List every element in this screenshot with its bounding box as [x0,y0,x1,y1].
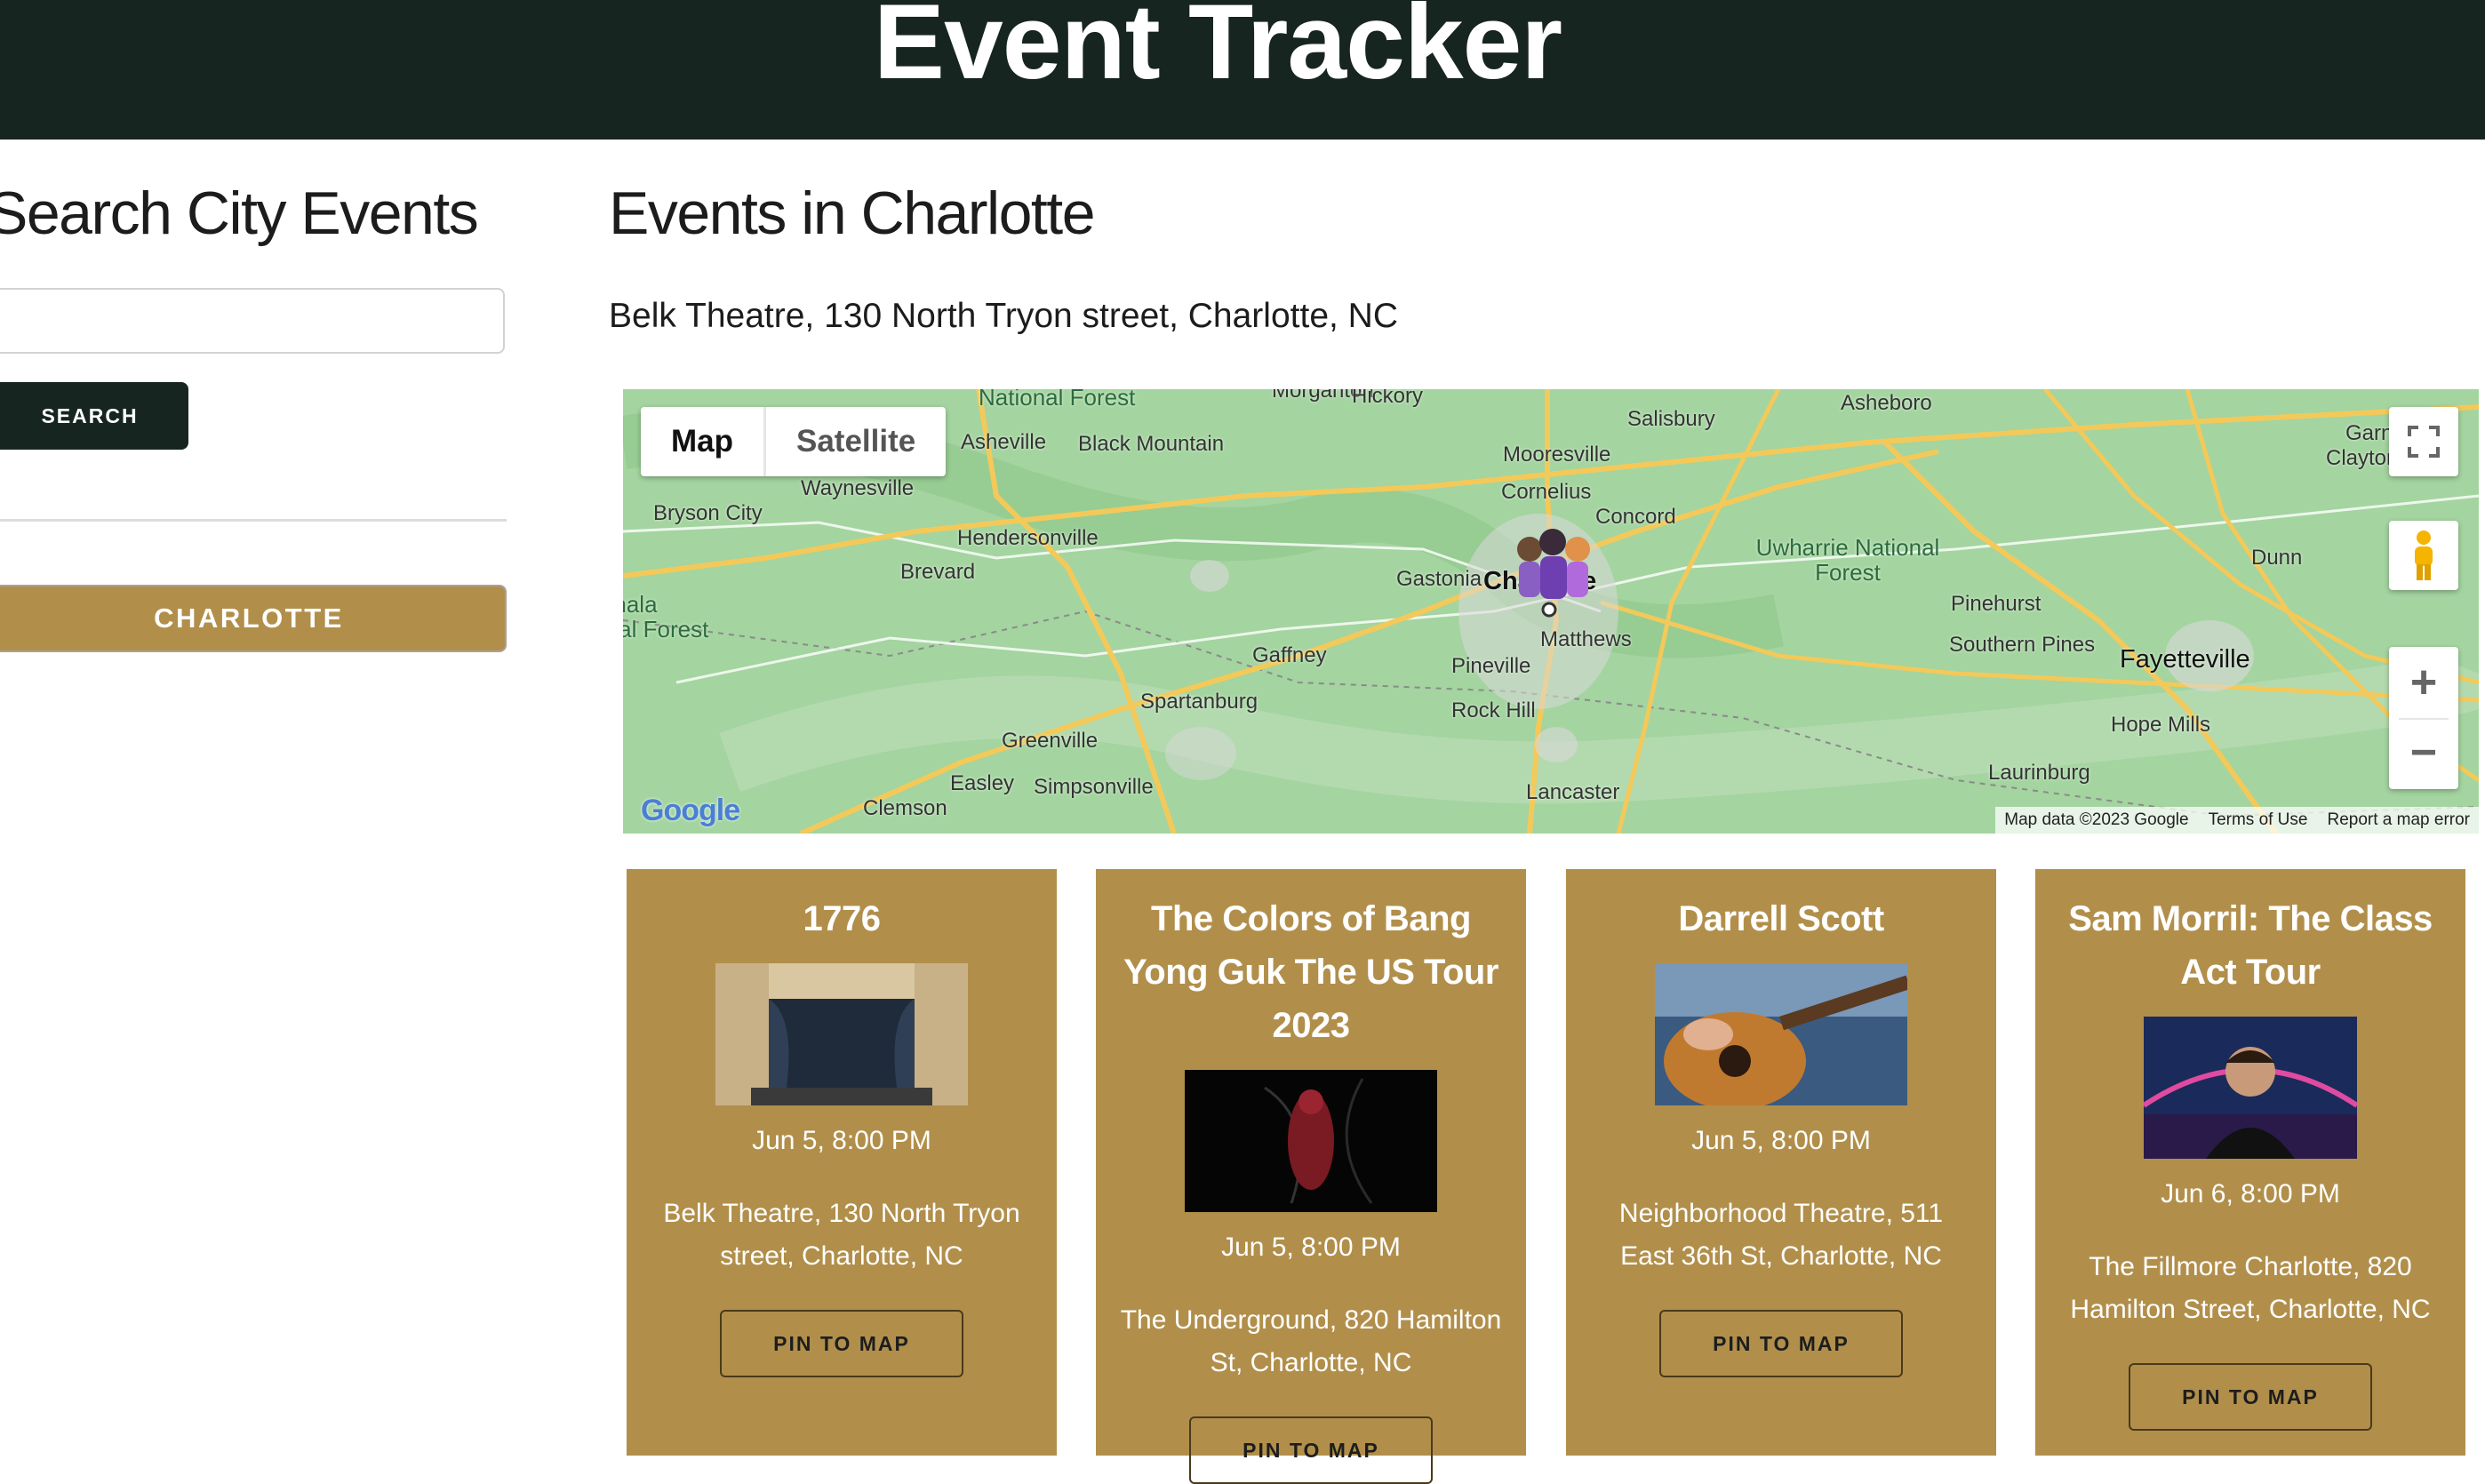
street-view-pegman[interactable] [2389,521,2458,590]
map-label: Hendersonville [957,526,1099,550]
event-image [1655,963,1907,1105]
map-label: Simpsonville [1034,775,1154,799]
event-card: Darrell Scott Jun 5, 8:00 PM Neighborhoo… [1566,869,1996,1456]
event-card: The Colors of Bang Yong Guk The US Tour … [1096,869,1526,1484]
map-label: Clayton [2326,446,2399,470]
report-map-error-link[interactable]: Report a map error [2327,807,2470,834]
map-label: Hickory [1352,389,1424,408]
event-card: 1776 Jun 5, 8:00 PM Belk Theatre, 130 No… [627,869,1057,1456]
search-button[interactable]: SEARCH [0,382,188,450]
event-date: Jun 5, 8:00 PM [752,1126,931,1155]
map-label: Asheboro [1841,391,1932,415]
event-image [715,963,968,1105]
page-title: Events in Charlotte [609,180,1096,247]
zoom-out-button[interactable]: − [2410,720,2437,789]
google-logo: Google [641,794,740,827]
event-venue: The Fillmore Charlotte, 820 Hamilton Str… [2070,1252,2431,1324]
event-venue: Neighborhood Theatre, 511 East 36th St, … [1618,1199,1944,1271]
map-type-satellite-button[interactable]: Satellite [766,407,946,476]
fullscreen-button[interactable] [2389,407,2458,476]
event-marker-cluster[interactable] [1506,523,1604,611]
sidebar-divider [0,519,507,522]
selected-venue-address: Belk Theatre, 130 North Tryon street, Ch… [609,297,1399,335]
app-header: Event Tracker [0,0,2485,140]
event-venue: Belk Theatre, 130 North Tryon street, Ch… [663,1199,1020,1271]
map-label: Cornelius [1501,480,1592,504]
event-date: Jun 5, 8:00 PM [1221,1233,1401,1262]
event-date: Jun 6, 8:00 PM [2161,1179,2340,1209]
fullscreen-icon [2408,426,2440,458]
app-title: Event Tracker [873,0,1562,101]
terms-of-use-link[interactable]: Terms of Use [2209,807,2308,834]
map-label: Bryson City [653,501,763,525]
map-label: Clemson [863,796,947,820]
map-label: Waynesville [801,476,915,500]
pin-to-map-button[interactable]: PIN TO MAP [720,1310,963,1377]
event-title: 1776 [803,899,881,938]
map-label: National Forest [979,389,1136,411]
city-search-input[interactable] [0,288,505,354]
map-label: Pinehurst [1951,592,2042,616]
map-type-map-button[interactable]: Map [641,407,766,476]
event-title: Darrell Scott [1678,899,1884,938]
history-city-button[interactable]: CHARLOTTE [0,585,507,652]
map-label: Greenville [1002,729,1099,753]
map-label: Southern Pines [1949,633,2096,657]
event-venue: The Underground, 820 Hamilton St, Charlo… [1120,1305,1502,1377]
map-label: Dunn [2251,546,2303,570]
pin-to-map-button[interactable]: PIN TO MAP [1189,1416,1433,1484]
event-card: Sam Morril: The Class Act Tour Jun 6, 8:… [2035,869,2465,1456]
map-label: Pineville [1451,654,1531,678]
map-label: Hope Mills [2111,713,2211,737]
map-label: Concord [1595,505,1676,529]
map-label: Mooresville [1503,443,1611,467]
map-label: Gastonia [1396,567,1482,591]
event-title: The Colors of Bang Yong Guk The US Tour … [1123,899,1498,1045]
map-label: Laurinburg [1988,761,2090,785]
map-label: Salisbury [1627,407,1715,431]
pegman-icon [2415,531,2433,580]
map-label: Nantahala National Forest [623,591,709,642]
event-map[interactable]: National Forest Morganton Hickory Salisb… [623,389,2479,834]
map-label: Black Mountain [1078,432,1225,456]
map-label: Uwharrie National Forest [1755,534,1940,586]
map-label: Asheville [961,430,1047,454]
map-data-credit: Map data ©2023 Google [2004,810,2189,829]
sidebar-title: Search City Events [0,180,479,247]
event-image [2144,1017,2357,1159]
event-image [1185,1070,1437,1212]
zoom-control: + − [2389,647,2458,789]
map-label: Gaffney [1252,643,1327,667]
map-label: Fayetteville [2120,645,2250,674]
map-label: Spartanburg [1140,690,1258,714]
zoom-in-button[interactable]: + [2410,647,2437,718]
event-date: Jun 5, 8:00 PM [1691,1126,1871,1155]
map-type-control: Map Satellite [641,407,947,476]
event-title: Sam Morril: The Class Act Tour [2068,899,2433,992]
map-label: Easley [950,771,1015,795]
pin-to-map-button[interactable]: PIN TO MAP [2129,1363,2372,1431]
map-attribution: Map data ©2023 Google Terms of Use Repor… [1995,807,2479,834]
map-label: Matthews [1540,627,1632,651]
map-label: Lancaster [1526,780,1620,804]
map-label: Brevard [900,560,976,584]
pin-to-map-button[interactable]: PIN TO MAP [1659,1310,1903,1377]
map-label: Rock Hill [1451,698,1536,722]
